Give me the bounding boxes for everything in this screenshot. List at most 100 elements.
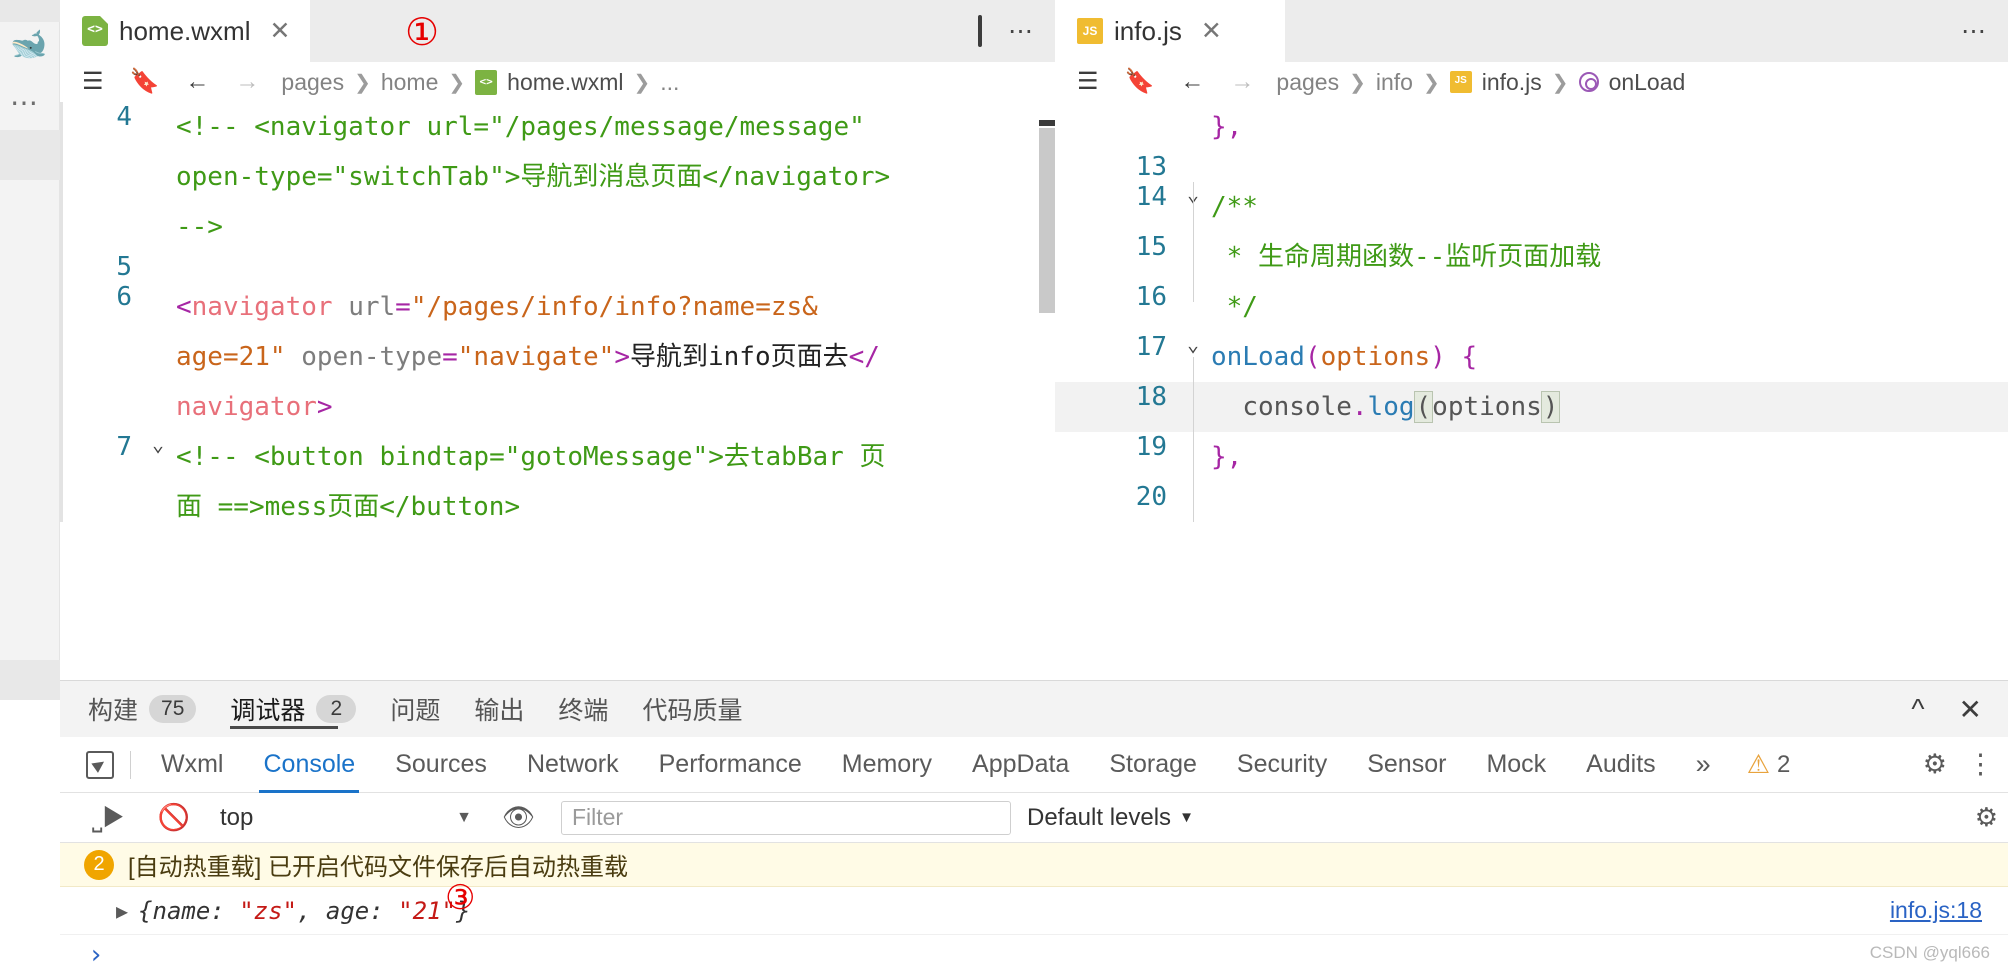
code-line[interactable]: 17 ⌄ onLoad(options) { xyxy=(1055,332,2008,382)
back-arrow-icon[interactable]: ← xyxy=(1180,70,1204,94)
code-line[interactable]: 面 ==>mess页面</button> xyxy=(60,482,1055,522)
tab-home-wxml[interactable]: home.wxml ✕ xyxy=(60,0,310,62)
console-levels-select[interactable]: Default levels ▼ xyxy=(1011,804,1210,832)
console-message-warning[interactable]: 2 [自动热重载] 已开启代码文件保存后自动热重载 xyxy=(60,843,2008,887)
code-line[interactable]: 6 <navigator url="/pages/info/info?name=z… xyxy=(60,282,1055,332)
panel-tab-1[interactable]: 调试器 2 xyxy=(230,681,357,737)
panel-tab-label: 问题 xyxy=(390,697,441,725)
panel-tab-5[interactable]: 代码质量 xyxy=(642,681,742,737)
code-line[interactable]: 19}, xyxy=(1055,432,2008,482)
breadcrumb-item-file[interactable]: home.wxml xyxy=(507,69,623,96)
close-icon[interactable]: ✕ xyxy=(1201,16,1222,46)
code-editor-info-js[interactable]: },1314⌄/**15 * 生命周期函数--监听页面加载16 */17⌄onL… xyxy=(1055,102,2008,522)
panel-tab-0[interactable]: 构建 75 xyxy=(88,681,197,737)
console-filter-input[interactable]: Filter xyxy=(560,800,1011,835)
code-text: open-type="switchTab">导航到消息页面</navigator… xyxy=(176,152,1055,202)
code-line[interactable]: 16 */ xyxy=(1055,282,2008,332)
chevron-up-icon[interactable]: ^ xyxy=(1911,693,1924,725)
source-link[interactable]: info.js:18 xyxy=(1890,897,1982,924)
split-editor-icon[interactable] xyxy=(978,14,982,47)
inspector-tab-security[interactable]: Security xyxy=(1217,737,1347,793)
breadcrumb-item-info[interactable]: info xyxy=(1376,69,1413,96)
console-message-log[interactable]: ▶ {name: "zs", age: "21"} ③ info.js:18 xyxy=(60,881,2008,935)
code-token: </ xyxy=(848,342,880,372)
breadcrumb-item-pages[interactable]: pages xyxy=(281,69,344,96)
console-sidebar-icon[interactable]: ⎵▶ xyxy=(76,802,142,834)
code-line[interactable]: 7 ⌄ <!-- <button bindtap="gotoMessage">去ta… xyxy=(60,432,1055,482)
inspector-tab-audits[interactable]: Audits xyxy=(1566,737,1675,793)
code-line[interactable]: 14⌄/** xyxy=(1055,182,2008,232)
disclosure-triangle-icon[interactable]: ▶ xyxy=(116,899,128,923)
breadcrumb-item-pages[interactable]: pages xyxy=(1276,69,1339,96)
list-icon[interactable]: ☰ xyxy=(82,70,104,94)
fold-chevron-icon[interactable]: ⌄ xyxy=(1175,332,1211,356)
activity-more-icon[interactable]: ⋯ xyxy=(10,86,39,119)
more-actions-icon[interactable]: ⋯ xyxy=(1008,16,1033,46)
inspector-tab-memory[interactable]: Memory xyxy=(822,737,952,793)
tab-info-js[interactable]: info.js ✕ xyxy=(1055,0,1285,62)
panel-tab-3[interactable]: 输出 xyxy=(474,681,524,737)
code-line[interactable]: 13 xyxy=(1055,152,2008,182)
code-line[interactable]: navigator> xyxy=(60,382,1055,432)
inspector-tab-sensor[interactable]: Sensor xyxy=(1347,737,1466,793)
code-line[interactable]: 18 console.log(options) xyxy=(1055,382,2008,432)
bookmark-icon[interactable]: 🔖 xyxy=(1125,70,1155,94)
inspector-tab-sources[interactable]: Sources xyxy=(375,737,507,793)
code-line[interactable]: 15 * 生命周期函数--监听页面加载 xyxy=(1055,232,2008,282)
more-actions-icon[interactable]: ⋯ xyxy=(1961,16,1986,46)
live-expression-icon[interactable]: 👁 xyxy=(486,802,551,833)
symbol-method-icon xyxy=(1578,72,1599,92)
kebab-menu-icon[interactable]: ⋮ xyxy=(1967,749,1994,780)
filter-placeholder: Filter xyxy=(571,804,624,830)
breadcrumb-item-home[interactable]: home xyxy=(381,69,439,96)
back-arrow-icon[interactable]: ← xyxy=(185,70,209,94)
inspector-tab-wxml[interactable]: Wxml xyxy=(141,737,243,793)
inspect-element-icon[interactable] xyxy=(86,750,114,779)
breadcrumb-item-file[interactable]: info.js xyxy=(1482,69,1542,96)
editor-left-scrollbar[interactable] xyxy=(1039,102,1055,522)
panel-actions: ^ ✕ xyxy=(1911,681,1982,737)
inspector-tab-storage[interactable]: Storage xyxy=(1089,737,1217,793)
inspector-tab-mock[interactable]: Mock xyxy=(1466,737,1566,793)
tab-row-left: home.wxml ✕ ⋯ ① xyxy=(60,0,1055,62)
code-text: age=21" open-type="navigate">导航到info页面去<… xyxy=(176,332,1055,382)
code-line[interactable]: }, xyxy=(1055,102,2008,152)
code-line[interactable]: open-type="switchTab">导航到消息页面</navigator… xyxy=(60,152,1055,202)
docker-whale-icon[interactable]: 🐋 xyxy=(10,30,47,60)
breadcrumb-item-more[interactable]: ... xyxy=(660,69,679,96)
code-editor-home-wxml[interactable]: 4 <!-- <navigator url="/pages/message/mes… xyxy=(60,102,1055,522)
panel-tab-4[interactable]: 终端 xyxy=(558,681,608,737)
warning-count[interactable]: ⚠ 2 xyxy=(1731,749,1807,780)
list-icon[interactable]: ☰ xyxy=(1077,70,1099,94)
code-text: }, xyxy=(1211,432,2008,482)
panel-tab-2[interactable]: 问题 xyxy=(390,681,440,737)
forward-arrow-icon[interactable]: → xyxy=(235,70,259,94)
message-count-badge: 2 xyxy=(84,849,114,880)
fold-chevron-icon[interactable]: ⌄ xyxy=(140,432,176,456)
code-line[interactable]: 20 xyxy=(1055,482,2008,512)
close-icon[interactable]: ✕ xyxy=(1959,693,1982,726)
code-line[interactable]: --> xyxy=(60,202,1055,252)
scrollbar-thumb[interactable] xyxy=(1039,128,1055,313)
clear-console-icon[interactable]: 🚫 xyxy=(142,802,206,833)
code-line[interactable]: 5 xyxy=(60,252,1055,282)
bookmark-icon[interactable]: 🔖 xyxy=(130,70,160,94)
forward-arrow-icon[interactable]: → xyxy=(1230,70,1254,94)
code-line[interactable]: 4 <!-- <navigator url="/pages/message/mes… xyxy=(60,102,1055,152)
inspector-tab-console[interactable]: Console xyxy=(243,737,375,793)
inspector-tab-appdata[interactable]: AppData xyxy=(952,737,1089,793)
console-prompt-row[interactable]: › xyxy=(60,935,2008,971)
inspector-tab-performance[interactable]: Performance xyxy=(639,737,822,793)
close-icon[interactable]: ✕ xyxy=(269,16,290,46)
code-text: 面 ==>mess页面</button> xyxy=(176,482,1055,522)
inspector-tab-network[interactable]: Network xyxy=(507,737,639,793)
console-settings-icon[interactable]: ⚙ xyxy=(1975,802,1998,833)
breadcrumb-item-symbol[interactable]: onLoad xyxy=(1609,69,1686,96)
overflow-chevron-icon[interactable]: » xyxy=(1676,737,1731,793)
vscode-window: 🐋 ⋯ home.wxml ✕ ⋯ ① ☰ 🔖 ← → pages ❯ ho xyxy=(0,0,2008,971)
code-line[interactable]: age=21" open-type="navigate">导航到info页面去<… xyxy=(60,332,1055,382)
gear-icon[interactable]: ⚙ xyxy=(1923,749,1947,780)
console-context-select[interactable]: top ▼ xyxy=(206,804,486,832)
code-text: * 生命周期函数--监听页面加载 xyxy=(1211,232,2008,282)
